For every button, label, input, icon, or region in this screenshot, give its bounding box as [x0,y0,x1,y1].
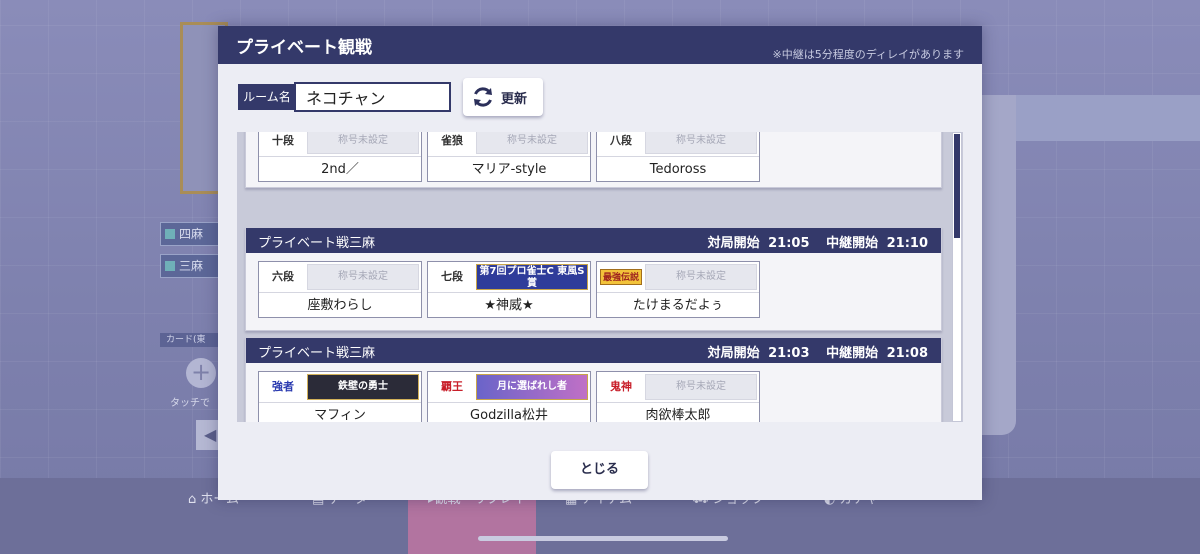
player-slot[interactable]: 七段 第7回プロ雀士C 東風S賞 ★神威★ [427,261,591,318]
card-label: カード(東 [160,333,224,347]
refresh-button[interactable]: 更新 [463,78,543,116]
list-scrollbar[interactable] [952,132,962,422]
player-title: 称号未設定 [645,374,757,400]
player-name: 肉欲棒太郎 [597,402,759,422]
start-label: 対局開始 [707,346,760,361]
player-slot[interactable]: 八段 称号未設定 Tedoross [596,132,760,182]
player-slot[interactable]: 雀狼 称号未設定 マリア-style [427,132,591,182]
relay-time: 21:08 [886,346,928,361]
mode-button-4p[interactable]: 四麻 [160,222,224,246]
player-title: 称号未設定 [307,264,419,290]
dialog-header: プライベート観戦 ※中継は5分程度のディレイがあります [218,26,982,64]
match-list[interactable]: 十段 称号未設定 2nd／ 雀狼 称号未設定 マリア-style 八段 称号未設… [237,132,963,422]
start-time: 21:03 [768,346,810,361]
start-label: 対局開始 [707,236,760,251]
rank-badge: 覇王 [441,380,463,393]
relay-label: 中継開始 [826,346,879,361]
player-title: 月に選ばれし者 [476,374,588,400]
player-title: 鉄壁の勇士 [307,374,419,400]
player-title: 称号未設定 [307,132,419,154]
player-title: 称号未設定 [476,132,588,154]
rank-badge: 六段 [272,270,294,283]
player-name: 座敷わらし [259,292,421,318]
match-header: プライベート戦三麻 対局開始 21:03 中継開始 21:08 [246,338,941,363]
rank-badge: 八段 [610,134,632,147]
player-title: 称号未設定 [645,264,757,290]
start-time: 21:05 [768,236,810,251]
rank-badge: 鬼神 [610,380,632,393]
match-card[interactable]: プライベート戦三麻 対局開始 21:03 中継開始 21:08 強者 鉄壁の勇士… [245,337,942,422]
mode-icon [165,261,175,271]
player-name: たけまるだよぅ [597,292,759,318]
relay-time: 21:10 [886,236,928,251]
player-name: Tedoross [597,156,759,182]
refresh-label: 更新 [501,91,528,107]
match-header: プライベート戦三麻 対局開始 21:05 中継開始 21:10 [246,228,941,253]
home-indicator [478,536,728,541]
rank-badge-container: 最強伝説 [597,262,645,292]
player-slot[interactable]: 覇王 月に選ばれし者 Godzilla松井 [427,371,591,422]
room-name-input[interactable] [294,82,451,112]
add-card-icon[interactable]: + [186,358,216,388]
player-name: Godzilla松井 [428,402,590,422]
player-slot[interactable]: 鬼神 称号未設定 肉欲棒太郎 [596,371,760,422]
player-title: 称号未設定 [645,132,757,154]
player-name: 2nd／ [259,156,421,182]
delay-note: ※中継は5分程度のディレイがあります [772,48,964,61]
rank-badge: 雀狼 [441,134,463,147]
close-button[interactable]: とじる [551,451,648,489]
rank-badge: 最強伝説 [599,269,642,285]
relay-label: 中継開始 [826,236,879,251]
player-slot[interactable]: 十段 称号未設定 2nd／ [258,132,422,182]
right-panel-header [1016,95,1200,141]
player-title: 第7回プロ雀士C 東風S賞 [476,264,588,290]
scrollbar-thumb[interactable] [954,134,960,238]
right-panel [980,95,1016,435]
match-name: プライベート戦三麻 [258,346,376,361]
refresh-icon [474,87,492,107]
player-slot[interactable]: 強者 鉄壁の勇士 マフィン [258,371,422,422]
match-card[interactable]: 十段 称号未設定 2nd／ 雀狼 称号未設定 マリア-style 八段 称号未設… [245,132,942,188]
player-slot[interactable]: 六段 称号未設定 座敷わらし [258,261,422,318]
rank-badge: 十段 [272,134,294,147]
player-slot[interactable]: 最強伝説 称号未設定 たけまるだよぅ [596,261,760,318]
player-name: マリア-style [428,156,590,182]
match-times: 対局開始 21:03 中継開始 21:08 [704,342,928,361]
private-spectate-dialog: プライベート観戦 ※中継は5分程度のディレイがあります ルーム名 更新 十段 称… [218,26,982,500]
mode-icon [165,229,175,239]
touch-hint: タッチで [170,398,210,409]
dialog-title: プライベート観戦 [236,38,372,58]
player-name: マフィン [259,402,421,422]
room-name-label: ルーム名 [238,84,296,110]
match-card[interactable]: プライベート戦三麻 対局開始 21:05 中継開始 21:10 六段 称号未設定… [245,227,942,331]
match-times: 対局開始 21:05 中継開始 21:10 [704,232,928,251]
player-name: ★神威★ [428,292,590,318]
rank-badge: 強者 [272,380,294,393]
match-name: プライベート戦三麻 [258,236,376,251]
rank-badge: 七段 [441,270,463,283]
mode-button-3p[interactable]: 三麻 [160,254,224,278]
